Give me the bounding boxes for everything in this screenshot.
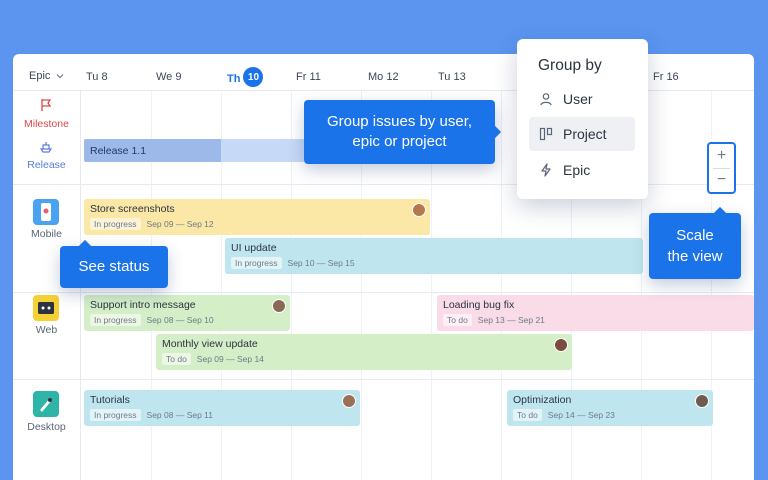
row-separator	[13, 379, 754, 380]
milestone-label: Milestone	[24, 118, 69, 130]
web-label: Web	[35, 324, 58, 336]
callout-text: See status	[78, 258, 150, 275]
day-header: Fr 11	[296, 71, 321, 83]
callout-text: epic or project	[352, 133, 447, 150]
ship-icon	[39, 142, 53, 153]
task-title: Optimization	[513, 394, 572, 406]
callout-text: Scale	[676, 227, 714, 244]
release-bar[interactable]: Release 1.1	[84, 139, 304, 162]
desktop-label: Desktop	[27, 421, 66, 433]
task-dates: Sep 08 — Sep 10	[146, 315, 214, 325]
task-bar-support-intro[interactable]: Support intro message In progress Sep 08 …	[84, 295, 290, 331]
today-label: Th	[227, 73, 241, 85]
task-title: UI update	[231, 242, 277, 254]
task-title: Support intro message	[90, 299, 196, 311]
status-badge: In progress	[231, 257, 282, 269]
avatar	[412, 203, 426, 217]
task-dates: Sep 13 — Sep 21	[477, 315, 545, 325]
status-badge: In progress	[90, 218, 141, 230]
group-by-item-label: Project	[563, 126, 607, 142]
mobile-app-icon	[33, 199, 59, 225]
task-dates: Sep 10 — Sep 15	[287, 258, 355, 268]
zoom-out-button[interactable]: −	[709, 168, 734, 192]
web-app-icon	[33, 295, 59, 321]
task-title: Monthly view update	[162, 338, 258, 350]
avatar	[695, 394, 709, 408]
status-badge: In progress	[90, 409, 141, 421]
task-dates: Sep 14 — Sep 23	[547, 410, 615, 420]
task-bar-store-screenshots[interactable]: Store screenshots In progress Sep 09 — Se…	[84, 199, 430, 235]
epic-select-label: Epic	[29, 70, 51, 82]
day-header-today: Th 10	[227, 67, 264, 87]
task-title: Loading bug fix	[443, 299, 515, 311]
mobile-label: Mobile	[31, 228, 62, 240]
user-icon	[540, 93, 552, 106]
see-status-callout: See status	[60, 239, 168, 288]
callout-text: Group issues by user,	[326, 113, 473, 130]
group-by-user[interactable]: User	[529, 82, 635, 116]
avatar	[272, 299, 286, 313]
group-by-item-label: Epic	[563, 162, 591, 178]
task-dates: Sep 08 — Sep 11	[146, 410, 214, 420]
grid-line	[501, 90, 502, 480]
flag-icon	[41, 99, 52, 111]
desktop-app-icon	[33, 391, 59, 417]
day-header: Tu 8	[86, 71, 108, 83]
day-header: Mo 12	[368, 71, 399, 83]
task-bar-tutorials[interactable]: Tutorials In progress Sep 08 — Sep 11	[84, 390, 360, 426]
scale-view-callout: Scale the view	[649, 206, 741, 279]
group-issues-callout: Group issues by user, epic or project	[304, 100, 502, 164]
group-by-epic[interactable]: Epic	[529, 153, 635, 187]
task-title: Store screenshots	[90, 203, 175, 215]
epic-icon	[541, 163, 551, 177]
group-by-menu: Group by User Project Epic	[517, 39, 648, 199]
day-header: Fr 16	[653, 71, 679, 83]
task-bar-loading-bug[interactable]: Loading bug fix To do Sep 13 — Sep 21	[437, 295, 754, 331]
release-label: Release	[27, 159, 66, 171]
status-badge: To do	[513, 409, 542, 421]
avatar	[554, 338, 568, 352]
epic-select[interactable]: Epic	[29, 70, 64, 82]
release-bar-label: Release 1.1	[90, 144, 147, 157]
project-icon	[539, 127, 553, 141]
avatar	[342, 394, 356, 408]
zoom-control: + −	[707, 142, 736, 194]
task-bar-monthly-view[interactable]: Monthly view update To do Sep 09 — Sep 14	[156, 334, 572, 370]
task-dates: Sep 09 — Sep 12	[146, 219, 214, 229]
status-badge: To do	[443, 314, 472, 326]
task-dates: Sep 09 — Sep 14	[196, 354, 264, 364]
row-separator	[13, 292, 754, 293]
status-badge: To do	[162, 353, 191, 365]
zoom-in-button[interactable]: +	[709, 144, 734, 168]
task-title: Tutorials	[90, 394, 130, 406]
group-by-item-label: User	[563, 91, 593, 107]
release-bar-extension	[221, 139, 304, 162]
callout-text: the view	[667, 248, 723, 265]
task-bar-ui-update[interactable]: UI update In progress Sep 10 — Sep 15	[225, 238, 643, 274]
today-badge: 10	[243, 67, 264, 87]
status-badge: In progress	[90, 314, 141, 326]
group-by-project[interactable]: Project	[529, 117, 635, 151]
group-by-heading: Group by	[538, 57, 602, 74]
chevron-down-icon	[56, 74, 64, 79]
task-bar-optimization[interactable]: Optimization To do Sep 14 — Sep 23	[507, 390, 713, 426]
day-header: Tu 13	[438, 71, 466, 83]
day-header: We 9	[156, 71, 182, 83]
